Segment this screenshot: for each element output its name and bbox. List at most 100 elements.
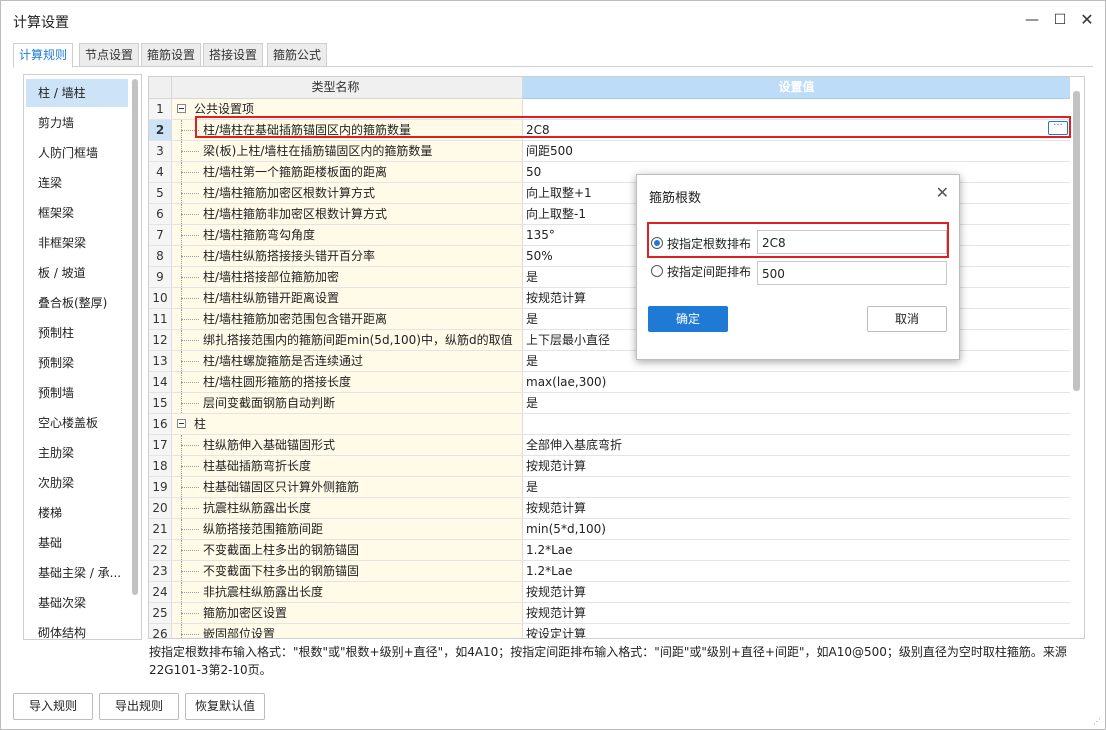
- table-row[interactable]: 26 嵌固部位设置 按设定计算: [149, 624, 1070, 638]
- setting-value-cell[interactable]: 按规范计算: [523, 498, 1070, 518]
- confirm-button[interactable]: 确定: [648, 306, 728, 332]
- export-rules-button[interactable]: 导出规则: [99, 693, 179, 720]
- type-name-cell[interactable]: 不变截面上柱多出的钢筋锚固: [172, 540, 523, 560]
- header-type-name[interactable]: 类型名称: [149, 77, 523, 99]
- type-name-cell[interactable]: 柱/墙柱纵筋搭接接头错开百分率: [172, 246, 523, 266]
- type-name-cell[interactable]: 非抗震柱纵筋露出长度: [172, 582, 523, 602]
- by-spacing-input[interactable]: 500: [757, 261, 947, 285]
- sidebar-item[interactable]: 非框架梁: [26, 229, 128, 257]
- sidebar-item[interactable]: 框架梁: [26, 199, 128, 227]
- type-name-cell[interactable]: 柱/墙柱搭接部位箍筋加密: [172, 267, 523, 287]
- type-name-cell[interactable]: 柱/墙柱箍筋弯勾角度: [172, 225, 523, 245]
- type-name-cell[interactable]: 梁(板)上柱/墙柱在插筋锚固区内的箍筋数量: [172, 141, 523, 161]
- resize-grip-icon[interactable]: ⋰: [1093, 717, 1101, 726]
- setting-value-cell[interactable]: 1.2*Lae: [523, 561, 1070, 581]
- by-count-input[interactable]: 2C8: [757, 230, 947, 254]
- setting-value-cell[interactable]: 按规范计算: [523, 603, 1070, 623]
- setting-value-cell[interactable]: 按规范计算: [523, 456, 1070, 476]
- setting-value-cell[interactable]: 是: [523, 477, 1070, 497]
- sidebar-item[interactable]: 砌体结构: [26, 619, 128, 639]
- table-row[interactable]: 18 柱基础插筋弯折长度 按规范计算: [149, 456, 1070, 477]
- close-icon[interactable]: ✕: [1075, 9, 1099, 31]
- sidebar-item[interactable]: 连梁: [26, 169, 128, 197]
- grid-scrollbar[interactable]: [1073, 91, 1080, 391]
- more-options-icon[interactable]: ···: [1048, 121, 1068, 135]
- type-name-cell[interactable]: 柱/墙柱纵筋错开距离设置: [172, 288, 523, 308]
- table-row[interactable]: 25 箍筋加密区设置 按规范计算: [149, 603, 1070, 624]
- sidebar-item[interactable]: 楼梯: [26, 499, 128, 527]
- table-row[interactable]: 19 柱基础锚固区只计算外侧箍筋 是: [149, 477, 1070, 498]
- type-name-cell[interactable]: 柱/墙柱螺旋箍筋是否连续通过: [172, 351, 523, 371]
- setting-value-cell[interactable]: min(5*d,100): [523, 519, 1070, 539]
- by-count-radio[interactable]: [651, 237, 663, 249]
- sidebar-item[interactable]: 基础: [26, 529, 128, 557]
- tab-stirrup-settings[interactable]: 箍筋设置: [141, 43, 202, 67]
- by-spacing-radio[interactable]: [651, 265, 663, 277]
- collapse-icon[interactable]: [177, 419, 186, 428]
- setting-value-cell[interactable]: 按设定计算: [523, 624, 1070, 638]
- setting-value-cell[interactable]: 按规范计算: [523, 582, 1070, 602]
- table-row[interactable]: 23 不变截面下柱多出的钢筋锚固 1.2*Lae: [149, 561, 1070, 582]
- by-spacing-label[interactable]: 按指定间距排布: [667, 263, 751, 280]
- type-name-cell[interactable]: 柱/墙柱第一个箍筋距楼板面的距离: [172, 162, 523, 182]
- sidebar-item[interactable]: 预制柱: [26, 319, 128, 347]
- tab-calc-rules[interactable]: 计算规则: [13, 43, 74, 68]
- table-row[interactable]: 17 柱纵筋伸入基础锚固形式 全部伸入基底弯折: [149, 435, 1070, 456]
- type-name-cell[interactable]: 柱/墙柱圆形箍筋的搭接长度: [172, 372, 523, 392]
- setting-value-cell[interactable]: 是: [523, 393, 1070, 413]
- table-row[interactable]: 22 不变截面上柱多出的钢筋锚固 1.2*Lae: [149, 540, 1070, 561]
- type-name-cell[interactable]: 箍筋加密区设置: [172, 603, 523, 623]
- table-row[interactable]: 14 柱/墙柱圆形箍筋的搭接长度 max(lae,300): [149, 372, 1070, 393]
- sidebar-item[interactable]: 基础次梁: [26, 589, 128, 617]
- type-name-cell[interactable]: 柱/墙柱箍筋加密范围包含错开距离: [172, 309, 523, 329]
- restore-defaults-button[interactable]: 恢复默认值: [185, 693, 265, 720]
- tab-lap-settings[interactable]: 搭接设置: [203, 43, 264, 67]
- sidebar-item[interactable]: 柱 / 墙柱: [26, 79, 128, 107]
- sidebar-item[interactable]: 预制梁: [26, 349, 128, 377]
- type-name-cell[interactable]: 绑扎搭接范围内的箍筋间距min(5d,100)中，纵筋d的取值: [172, 330, 523, 350]
- tab-stirrup-formula[interactable]: 箍筋公式: [267, 43, 328, 67]
- sidebar-item[interactable]: 剪力墙: [26, 109, 128, 137]
- by-count-label[interactable]: 按指定根数排布: [667, 235, 751, 252]
- import-rules-button[interactable]: 导入规则: [13, 693, 93, 720]
- minimize-icon[interactable]: —: [1020, 9, 1044, 31]
- type-name-cell[interactable]: 层间变截面钢筋自动判断: [172, 393, 523, 413]
- table-row[interactable]: 20 抗震柱纵筋露出长度 按规范计算: [149, 498, 1070, 519]
- setting-value-cell[interactable]: max(lae,300): [523, 372, 1070, 392]
- setting-name: 柱/墙柱圆形箍筋的搭接长度: [203, 375, 352, 389]
- type-name-cell[interactable]: 柱/墙柱箍筋加密区根数计算方式: [172, 183, 523, 203]
- setting-value-cell[interactable]: 1.2*Lae: [523, 540, 1070, 560]
- type-name-cell[interactable]: 柱基础插筋弯折长度: [172, 456, 523, 476]
- cancel-button[interactable]: 取消: [867, 306, 947, 332]
- type-name-cell[interactable]: 抗震柱纵筋露出长度: [172, 498, 523, 518]
- type-name-cell[interactable]: 不变截面下柱多出的钢筋锚固: [172, 561, 523, 581]
- setting-value-cell[interactable]: [523, 414, 1070, 434]
- sidebar-scrollbar[interactable]: [132, 79, 138, 595]
- setting-value-cell[interactable]: 间距500: [523, 141, 1070, 161]
- type-name-cell[interactable]: 柱/墙柱箍筋非加密区根数计算方式: [172, 204, 523, 224]
- type-name-cell[interactable]: 嵌固部位设置: [172, 624, 523, 638]
- type-name-cell[interactable]: 柱纵筋伸入基础锚固形式: [172, 435, 523, 455]
- sidebar-item[interactable]: 次肋梁: [26, 469, 128, 497]
- type-name-cell[interactable]: 纵筋搭接范围箍筋间距: [172, 519, 523, 539]
- sidebar-item[interactable]: 板 / 坡道: [26, 259, 128, 287]
- maximize-icon[interactable]: ☐: [1048, 9, 1072, 31]
- table-row[interactable]: 21 纵筋搭接范围箍筋间距 min(5*d,100): [149, 519, 1070, 540]
- sidebar-item[interactable]: 空心楼盖板: [26, 409, 128, 437]
- sidebar-item[interactable]: 叠合板(整厚): [26, 289, 128, 317]
- sidebar-item[interactable]: 主肋梁: [26, 439, 128, 467]
- table-row[interactable]: 16 柱: [149, 414, 1070, 435]
- tab-node-settings[interactable]: 节点设置: [79, 43, 140, 67]
- table-row[interactable]: 24 非抗震柱纵筋露出长度 按规范计算: [149, 582, 1070, 603]
- dialog-close-icon[interactable]: ✕: [936, 183, 949, 202]
- type-name-cell[interactable]: 柱基础锚固区只计算外侧箍筋: [172, 477, 523, 497]
- sidebar-item[interactable]: 人防门框墙: [26, 139, 128, 167]
- type-name-cell[interactable]: 柱: [172, 414, 523, 434]
- table-row[interactable]: 3 梁(板)上柱/墙柱在插筋锚固区内的箍筋数量 间距500: [149, 141, 1070, 162]
- header-setting-value[interactable]: 设置值: [523, 77, 1070, 99]
- table-row[interactable]: 15 层间变截面钢筋自动判断 是: [149, 393, 1070, 414]
- setting-value-cell[interactable]: 全部伸入基底弯折: [523, 435, 1070, 455]
- sidebar-item[interactable]: 预制墙: [26, 379, 128, 407]
- sidebar-item[interactable]: 基础主梁 / 承...: [26, 559, 128, 587]
- collapse-icon[interactable]: [177, 104, 186, 113]
